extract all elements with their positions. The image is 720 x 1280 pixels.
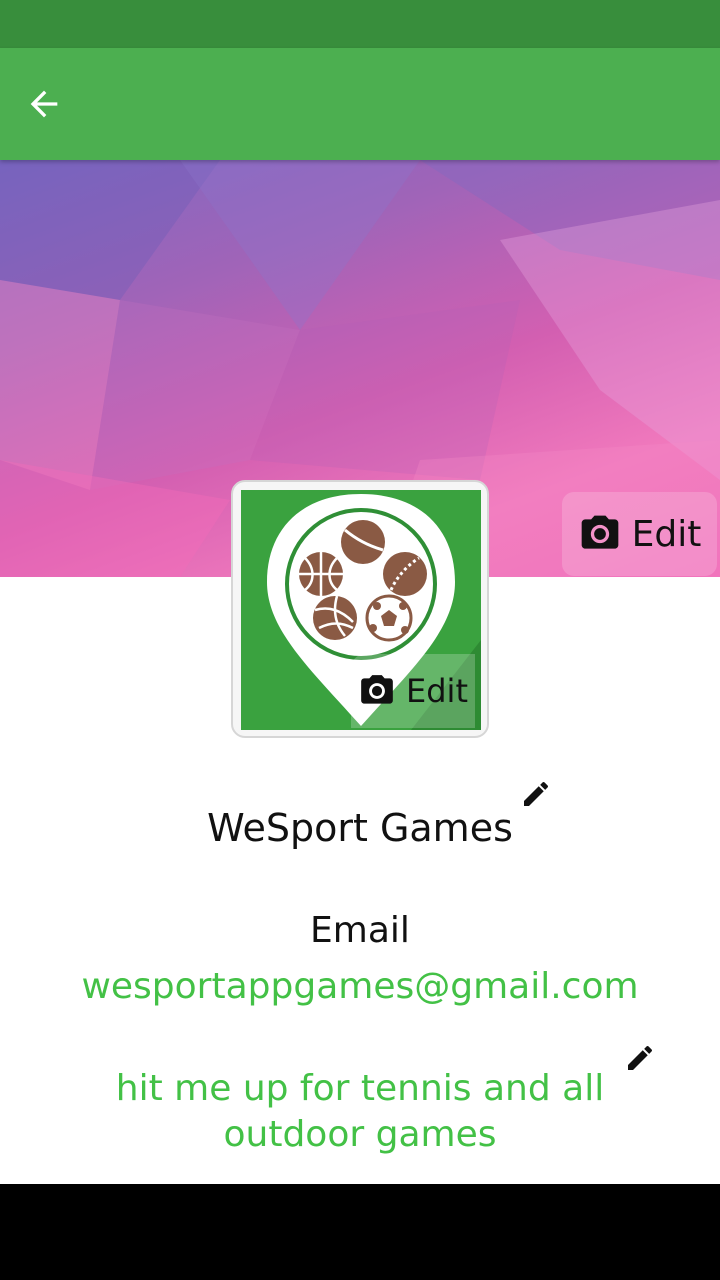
email-value: wesportappgames@gmail.com bbox=[81, 966, 639, 1007]
camera-icon bbox=[581, 515, 618, 549]
status-bar bbox=[0, 0, 720, 48]
avatar-edit-button[interactable]: Edit bbox=[351, 654, 475, 728]
avatar[interactable]: Edit bbox=[231, 480, 489, 738]
system-navigation-bar bbox=[0, 1184, 720, 1280]
cover-edit-button[interactable]: Edit bbox=[562, 492, 717, 576]
arrow-back-icon bbox=[30, 90, 58, 118]
email-label: Email bbox=[310, 910, 410, 951]
profile-name: WeSport Games bbox=[207, 806, 513, 850]
app-bar bbox=[0, 48, 720, 160]
cover-edit-label: Edit bbox=[631, 513, 702, 555]
profile-bio: hit me up for tennis and all outdoor gam… bbox=[115, 1068, 605, 1155]
avatar-edit-label: Edit bbox=[406, 672, 468, 710]
back-button[interactable] bbox=[24, 80, 88, 128]
camera-icon bbox=[361, 675, 393, 704]
